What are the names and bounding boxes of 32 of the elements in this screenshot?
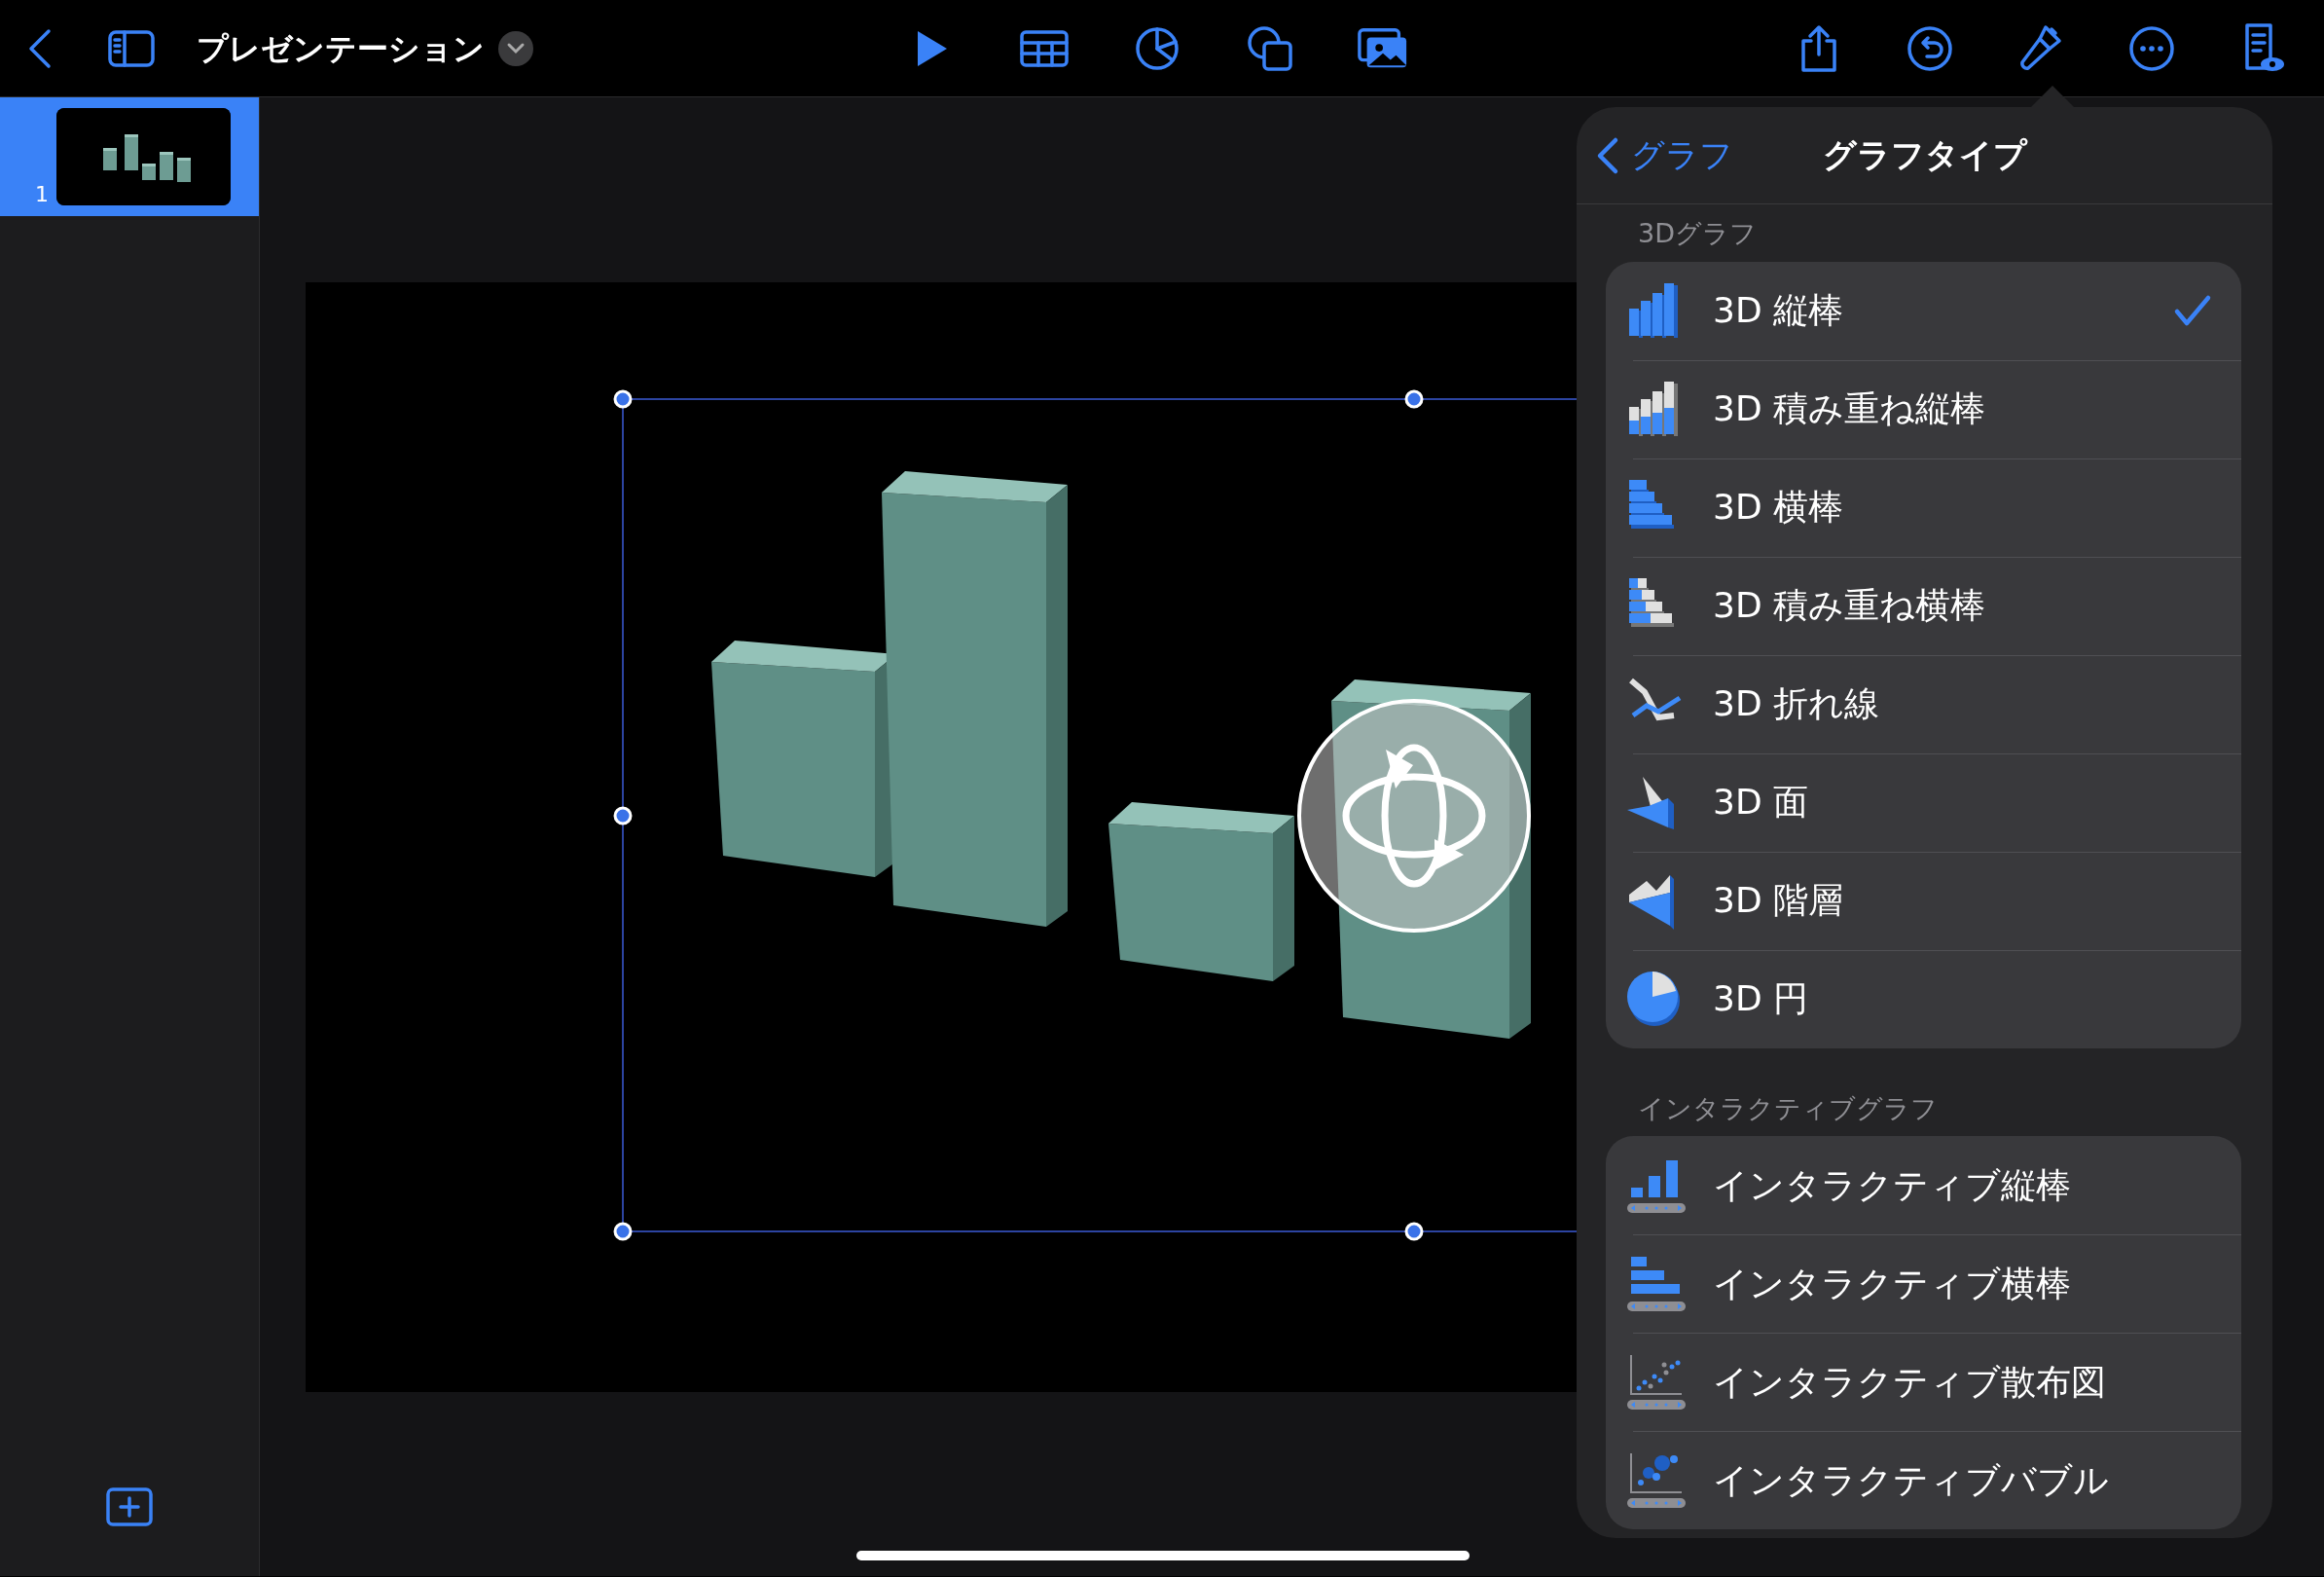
- dropdown-chevron-icon[interactable]: [498, 30, 533, 66]
- 3d-bar[interactable]: [1108, 802, 1294, 981]
- back-link[interactable]: グラフ: [1596, 130, 1733, 180]
- chart-type-option[interactable]: 3D 横棒: [1606, 458, 2241, 557]
- resize-handle[interactable]: [613, 806, 633, 825]
- 3d-bar[interactable]: [882, 471, 1068, 927]
- resize-handle[interactable]: [613, 389, 633, 409]
- chart-type-option[interactable]: 3D 積み重ね縦棒: [1606, 359, 2241, 458]
- add-slide-icon[interactable]: [105, 1486, 154, 1527]
- slide-number: 1: [35, 181, 49, 208]
- slide-thumbnail[interactable]: [56, 108, 231, 205]
- slide-thumbnail-row[interactable]: 1: [0, 97, 259, 216]
- chart-type-option[interactable]: 3D 円: [1606, 949, 2241, 1048]
- chart-type-option[interactable]: 3D 積み重ね横棒: [1606, 556, 2241, 655]
- chart-type-option[interactable]: 3D 折れ線: [1606, 654, 2241, 753]
- chart-type-option[interactable]: 3D 縦棒: [1606, 261, 2241, 360]
- chart-type-option[interactable]: インタラクティブバブル: [1606, 1431, 2241, 1529]
- checkmark-icon: [2173, 294, 2212, 327]
- chart-type-option[interactable]: 3D 面: [1606, 752, 2241, 852]
- back-chevron-icon: [1596, 135, 1619, 175]
- resize-handle[interactable]: [1404, 1222, 1424, 1241]
- resize-handle[interactable]: [613, 1222, 633, 1241]
- rotate-3d-icon[interactable]: [1297, 699, 1531, 933]
- chart-type-option[interactable]: インタラクティブ横棒: [1606, 1234, 2241, 1333]
- resize-handle[interactable]: [1404, 389, 1424, 409]
- document-title[interactable]: プレゼンテーション: [197, 24, 485, 72]
- chart-type-option[interactable]: インタラクティブ縦棒: [1606, 1136, 2241, 1234]
- chart-type-option[interactable]: 3D 階層: [1606, 851, 2241, 950]
- section-header: 3Dグラフ: [1637, 217, 1758, 250]
- popover-title: グラフタイプ: [1822, 134, 2027, 176]
- section-header: インタラクティブグラフ: [1637, 1091, 1939, 1125]
- chart-type-option[interactable]: インタラクティブ散布図: [1606, 1333, 2241, 1431]
